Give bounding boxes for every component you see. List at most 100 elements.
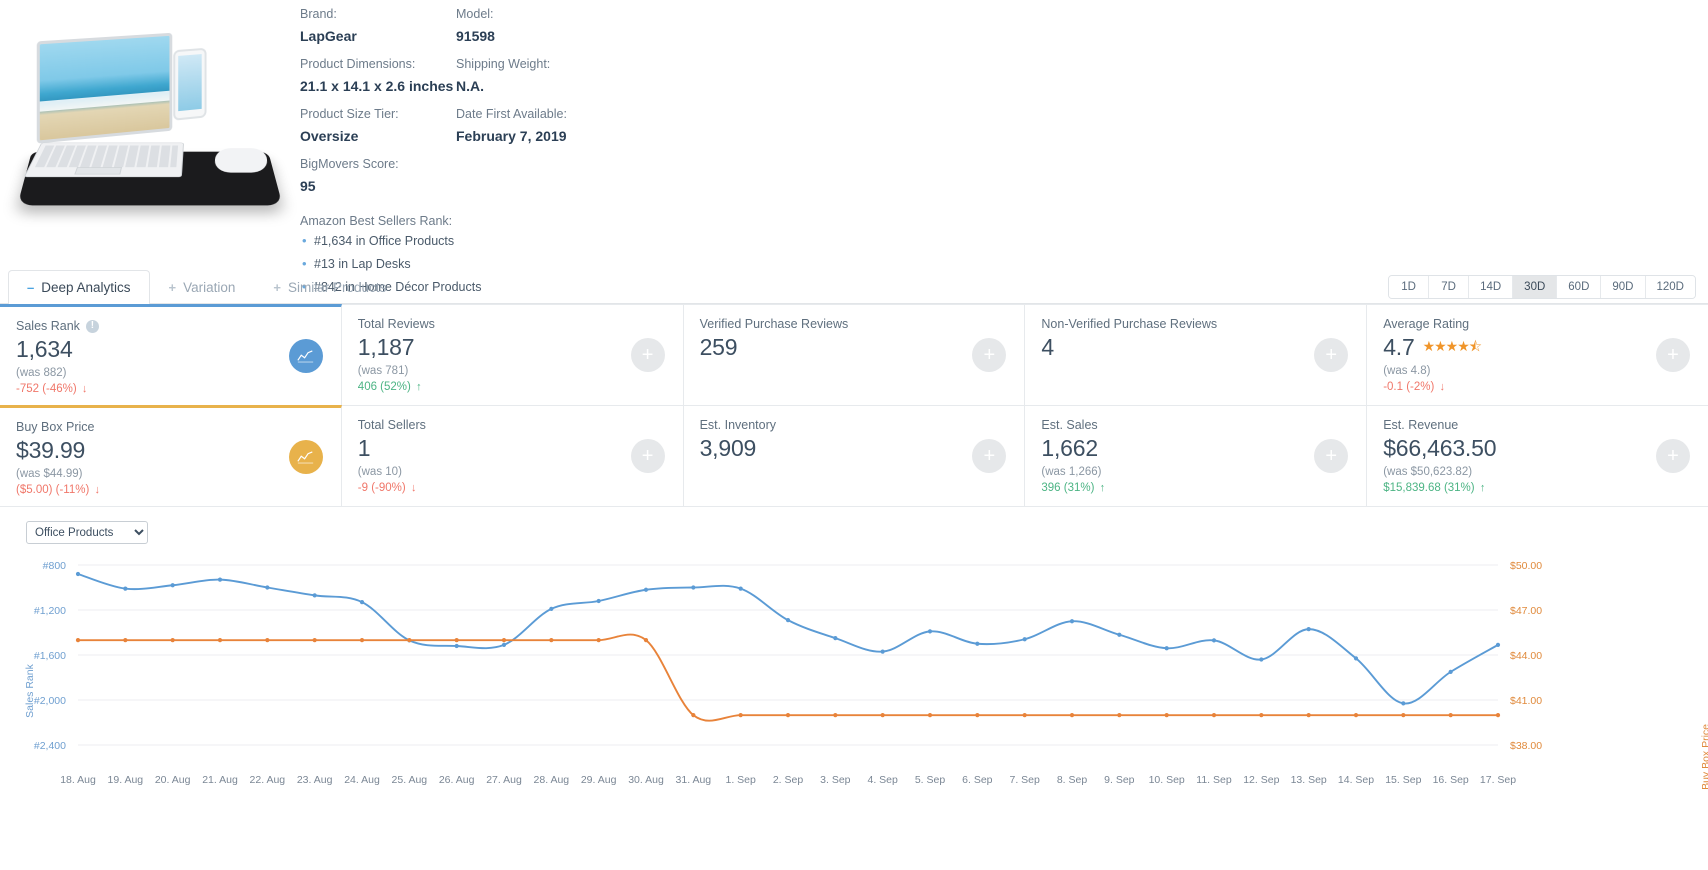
- card-value: 259: [699, 334, 738, 360]
- card-total-reviews: Total Reviews 1,187 (was 781) 406 (52%) …: [341, 304, 684, 405]
- data-point: [738, 586, 743, 591]
- card-delta: -0.1 (-2%) ↓: [1383, 381, 1692, 393]
- attr-date-first-available: Date First Available: February 7, 2019: [456, 104, 676, 154]
- data-point: [1448, 713, 1453, 718]
- x-axis-tick: 12. Sep: [1243, 774, 1279, 786]
- card-average-rating: Average Rating 4.7 ★★★★⯪ (was 4.8) -0.1 …: [1367, 304, 1708, 405]
- card-add-button[interactable]: +: [972, 338, 1007, 372]
- card-delta: $15,839.68 (31%) ↑: [1383, 482, 1692, 494]
- tab-similar-products[interactable]: + Similar Products: [254, 270, 405, 304]
- card-non-verified-purchase-reviews: Non-Verified Purchase Reviews 4 +: [1025, 304, 1368, 405]
- data-point: [1448, 669, 1453, 674]
- right-axis-tick: $44.00: [1510, 650, 1542, 662]
- card-value: 1,187: [357, 334, 415, 360]
- series-line-buy-box-price: [77, 633, 1499, 722]
- laptop-trackpad: [74, 166, 123, 174]
- range-button-60d[interactable]: 60D: [1557, 276, 1602, 298]
- range-button-14d[interactable]: 14D: [1469, 276, 1514, 298]
- attr-label: Brand:: [300, 7, 337, 21]
- data-point: [785, 618, 791, 623]
- x-axis-tick: 29. Aug: [581, 774, 617, 786]
- data-point: [691, 713, 696, 718]
- card-delta: -9 (-90%) ↓: [358, 482, 667, 494]
- data-point: [738, 713, 743, 718]
- card-delta: -752 (-46%) ↓: [16, 383, 325, 395]
- attr-label: Model:: [456, 7, 494, 21]
- range-button-30d[interactable]: 30D: [1513, 276, 1558, 298]
- data-point: [123, 638, 128, 643]
- category-select[interactable]: Office ProductsLap DesksHome Décor Produ…: [26, 521, 148, 544]
- card-previous-value: (was $44.99): [16, 468, 83, 480]
- data-point: [1259, 713, 1264, 718]
- card-verified-purchase-reviews: Verified Purchase Reviews 259 +: [683, 304, 1026, 405]
- card-value: $39.99: [16, 437, 86, 463]
- data-point: [1117, 632, 1122, 637]
- card-add-button[interactable]: +: [1314, 439, 1349, 473]
- attr-model: Model: 91598: [456, 4, 676, 54]
- left-axis-tick: #2,400: [34, 740, 66, 752]
- card-add-button[interactable]: +: [1655, 338, 1690, 372]
- card-add-button[interactable]: +: [972, 439, 1007, 473]
- data-point: [1022, 637, 1027, 642]
- card-add-button[interactable]: +: [1314, 338, 1349, 372]
- metric-cards: Sales Rank ! 1,634 (was 882) -752 (-46%)…: [0, 304, 1708, 507]
- series-line-sales-rank: [77, 573, 1499, 705]
- x-axis-tick: 18. Aug: [60, 774, 96, 786]
- attr-product-dimensions: Product Dimensions: 21.1 x 14.1 x 2.6 in…: [300, 54, 456, 104]
- arrow-up-icon: ↑: [1479, 482, 1486, 494]
- plus-icon: +: [168, 280, 177, 295]
- data-point: [596, 598, 601, 604]
- data-point: [1353, 713, 1359, 718]
- lap-desk-illustration: [15, 23, 285, 223]
- x-axis-tick: 21. Aug: [202, 774, 238, 786]
- x-axis-tick: 30. Aug: [628, 774, 664, 786]
- card-title: Verified Purchase Reviews: [700, 317, 1009, 331]
- x-axis-tick: 2. Sep: [773, 774, 804, 786]
- card-delta-text: 396 (31%): [1041, 482, 1095, 494]
- attr-value: 95: [300, 178, 316, 194]
- card-add-button[interactable]: +: [630, 338, 665, 372]
- card-delta: 406 (52%) ↑: [358, 381, 667, 393]
- card-title: Est. Sales: [1041, 418, 1350, 432]
- arrow-down-icon: ↓: [410, 482, 417, 494]
- data-point: [170, 638, 175, 643]
- phone-illustration: [173, 47, 207, 121]
- attr-label: Date First Available:: [456, 107, 567, 121]
- range-button-90d[interactable]: 90D: [1601, 276, 1646, 298]
- x-axis-tick: 15. Sep: [1385, 774, 1421, 786]
- info-icon[interactable]: !: [85, 319, 99, 333]
- card-title: Est. Inventory: [700, 418, 1009, 432]
- data-point: [691, 585, 696, 590]
- card-chart-button[interactable]: [288, 339, 323, 373]
- data-point: [454, 638, 459, 643]
- x-axis-tick: 28. Aug: [534, 774, 570, 786]
- metric-card-row-1: Sales Rank ! 1,634 (was 882) -752 (-46%)…: [0, 304, 1708, 405]
- card-add-button[interactable]: +: [630, 439, 665, 473]
- right-axis-tick: $38.00: [1510, 740, 1542, 752]
- card-value: 4: [1041, 334, 1054, 360]
- tab-variation[interactable]: + Variation: [150, 270, 255, 304]
- chart-svg[interactable]: #800 #1,200 #1,600 #2,000 #2,400 $50.00 $47.00…: [0, 557, 1708, 812]
- data-point: [1069, 713, 1075, 718]
- card-title-text: Est. Revenue: [1383, 418, 1459, 432]
- data-point: [265, 638, 270, 643]
- range-button-7d[interactable]: 7D: [1429, 276, 1470, 298]
- best-sellers-rank-title: Amazon Best Sellers Rank:: [300, 214, 453, 228]
- attr-value: N.A.: [456, 78, 484, 94]
- card-title-text: Est. Sales: [1041, 418, 1098, 432]
- range-button-120d[interactable]: 120D: [1645, 276, 1695, 298]
- card-value: $66,463.50: [1383, 435, 1497, 461]
- card-add-button[interactable]: +: [1655, 439, 1690, 473]
- x-axis-tick: 31. Aug: [676, 774, 712, 786]
- card-buy-box-price: Buy Box Price $39.99 (was $44.99) ($5.00…: [0, 405, 342, 506]
- data-point: [75, 638, 81, 643]
- range-button-1d[interactable]: 1D: [1389, 276, 1430, 298]
- list-item[interactable]: #1,634 in Office Products: [300, 233, 676, 249]
- card-est-sales: Est. Sales 1,662 (was 1,266) 396 (31%) ↑…: [1025, 405, 1368, 506]
- data-point: [1401, 701, 1406, 706]
- data-point: [1401, 713, 1406, 718]
- tab-deep-analytics[interactable]: – Deep Analytics: [8, 270, 150, 305]
- card-chart-button[interactable]: [288, 440, 323, 474]
- x-axis-tick: 17. Sep: [1480, 774, 1516, 786]
- card-title: Est. Revenue: [1383, 418, 1692, 432]
